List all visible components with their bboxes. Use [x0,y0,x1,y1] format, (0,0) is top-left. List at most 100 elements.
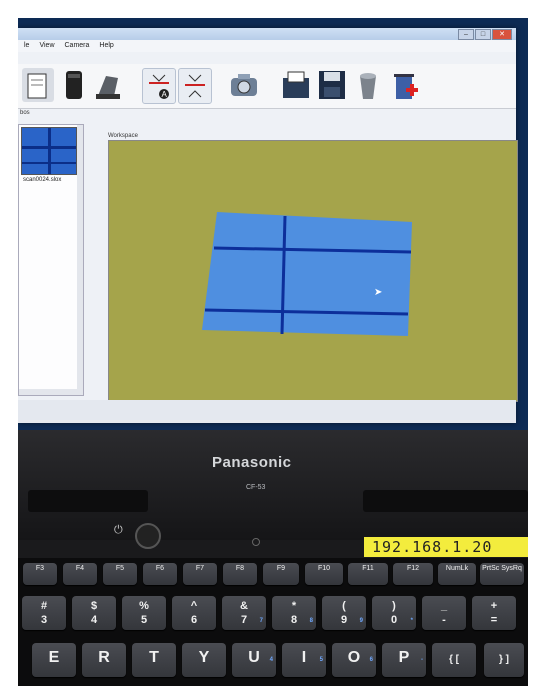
panel-vertical-scrollbar[interactable] [77,125,83,395]
key-legend: E [48,649,60,666]
key-prtsc-sysrq[interactable]: PrtSc SysRq [480,563,524,585]
key-letter-0[interactable]: E [32,643,76,677]
key-numpad-legend: 6 [369,657,373,663]
key-number-8[interactable]: _ - [422,596,466,630]
key-number-2[interactable]: % 5 [122,596,166,630]
key-legend: R [98,649,110,666]
minimize-button[interactable]: – [458,29,474,40]
ip-address-sticker: 192.168.1.20 [364,537,528,557]
menu-item-camera[interactable]: Camera [65,40,90,52]
key-legend: + = [490,600,498,626]
key-legend: P [398,649,410,666]
delete-trash-icon[interactable] [388,68,420,102]
key-f11[interactable]: F11 [348,563,388,585]
key-number-3[interactable]: ^ 6 [172,596,216,630]
workspace-label: Workspace [108,133,138,139]
key-legend: % 5 [139,600,149,626]
scan-list-panel: scan0024.slox [18,124,84,396]
save-disk-icon[interactable] [316,68,348,102]
key-number-6[interactable]: ( 9 9 [322,596,366,630]
key-legend: $ 4 [90,600,98,626]
brand-logo: Panasonic [212,454,292,471]
photo-frame: – □ ✕ le View Camera Help A bos Workspac… [18,18,528,686]
key-letter-4[interactable]: U4 [232,643,276,677]
key-f9[interactable]: F9 [263,563,299,585]
scanned-surface-image [202,212,412,336]
key-f12[interactable]: F12 [393,563,433,585]
laptop-photo: – □ ✕ le View Camera Help A bos Workspac… [0,0,542,688]
key-letter-7[interactable]: P- [382,643,426,677]
camera-capture-icon[interactable] [228,68,260,102]
open-folder-icon[interactable] [280,68,312,102]
key-letter-1[interactable]: R [82,643,126,677]
side-panel-label: bos [20,110,30,116]
key-legend: O [347,649,361,666]
scan-tool-icon[interactable] [92,68,124,102]
thumbnail-caption: scan0024.slox [23,177,62,183]
key-legend: ^ 6 [190,600,198,626]
model-label: CF-53 [246,484,266,491]
key-legend: ( 9 [340,600,348,626]
clear-bucket-icon[interactable] [352,68,384,102]
key-legend: * 8 [290,600,298,626]
power-symbol-icon: ⏻ [114,524,123,536]
power-button[interactable] [135,523,161,549]
key-letter-6[interactable]: O6 [332,643,376,677]
close-button[interactable]: ✕ [492,29,512,40]
key-legend: _ - [440,600,448,626]
key-f7[interactable]: F7 [183,563,217,585]
scanner-device-icon[interactable] [58,68,90,102]
maximize-button[interactable]: □ [475,29,491,40]
key-f6[interactable]: F6 [143,563,177,585]
key-f5[interactable]: F5 [103,563,137,585]
key-f8[interactable]: F8 [223,563,257,585]
panel-horizontal-scrollbar[interactable] [19,389,77,395]
key-legend: } ] [499,654,509,665]
key-numpad-legend: 4 [269,657,273,663]
window-controls: – □ ✕ [458,29,512,40]
ip-address-text: 192.168.1.20 [372,538,493,556]
left-hinge [28,490,148,512]
svg-text:A: A [162,90,168,99]
right-hinge [363,490,528,512]
align-manual-icon[interactable] [178,68,212,104]
key-letter-3[interactable]: Y [182,643,226,677]
key-legend: # 3 [40,600,48,626]
key-numpad-legend: - [421,657,423,663]
align-auto-icon[interactable]: A [142,68,176,104]
key-f3[interactable]: F3 [23,563,57,585]
menu-item-help[interactable]: Help [99,40,113,52]
key-numpad-legend: * [410,618,413,624]
status-led-icon [252,538,260,546]
key-f10[interactable]: F10 [305,563,343,585]
key-number-9[interactable]: + = [472,596,516,630]
key-number-0[interactable]: # 3 [22,596,66,630]
key-legend: T [149,649,159,666]
key-legend: U [248,649,260,666]
laptop-screen: – □ ✕ le View Camera Help A bos Workspac… [18,18,528,430]
menu-bar: le View Camera Help [18,40,516,52]
key-legend: { [ [449,654,459,665]
menu-item-view[interactable]: View [39,40,54,52]
scan-thumbnail[interactable] [21,127,77,175]
key-number-5[interactable]: * 8 8 [272,596,316,630]
mouse-pointer-icon: ➤ [374,287,383,298]
key-legend: ) 0 [390,600,398,626]
key-letter-8[interactable]: { [ [432,643,476,677]
key-f4[interactable]: F4 [63,563,97,585]
key-numlk[interactable]: NumLk [438,563,476,585]
key-letter-9[interactable]: } ] [484,643,524,677]
document-icon[interactable] [22,68,54,102]
key-number-4[interactable]: & 7 7 [222,596,266,630]
key-number-7[interactable]: ) 0 * [372,596,416,630]
key-letter-2[interactable]: T [132,643,176,677]
key-number-1[interactable]: $ 4 [72,596,116,630]
window-titlebar: – □ ✕ [18,28,516,40]
key-legend: & 7 [240,600,248,626]
key-numpad-legend: 8 [309,618,313,624]
key-legend: I [301,649,307,666]
key-numpad-legend: 5 [319,657,323,663]
menu-item-file[interactable]: le [24,40,29,52]
toolbar: A [18,64,516,109]
key-letter-5[interactable]: I5 [282,643,326,677]
